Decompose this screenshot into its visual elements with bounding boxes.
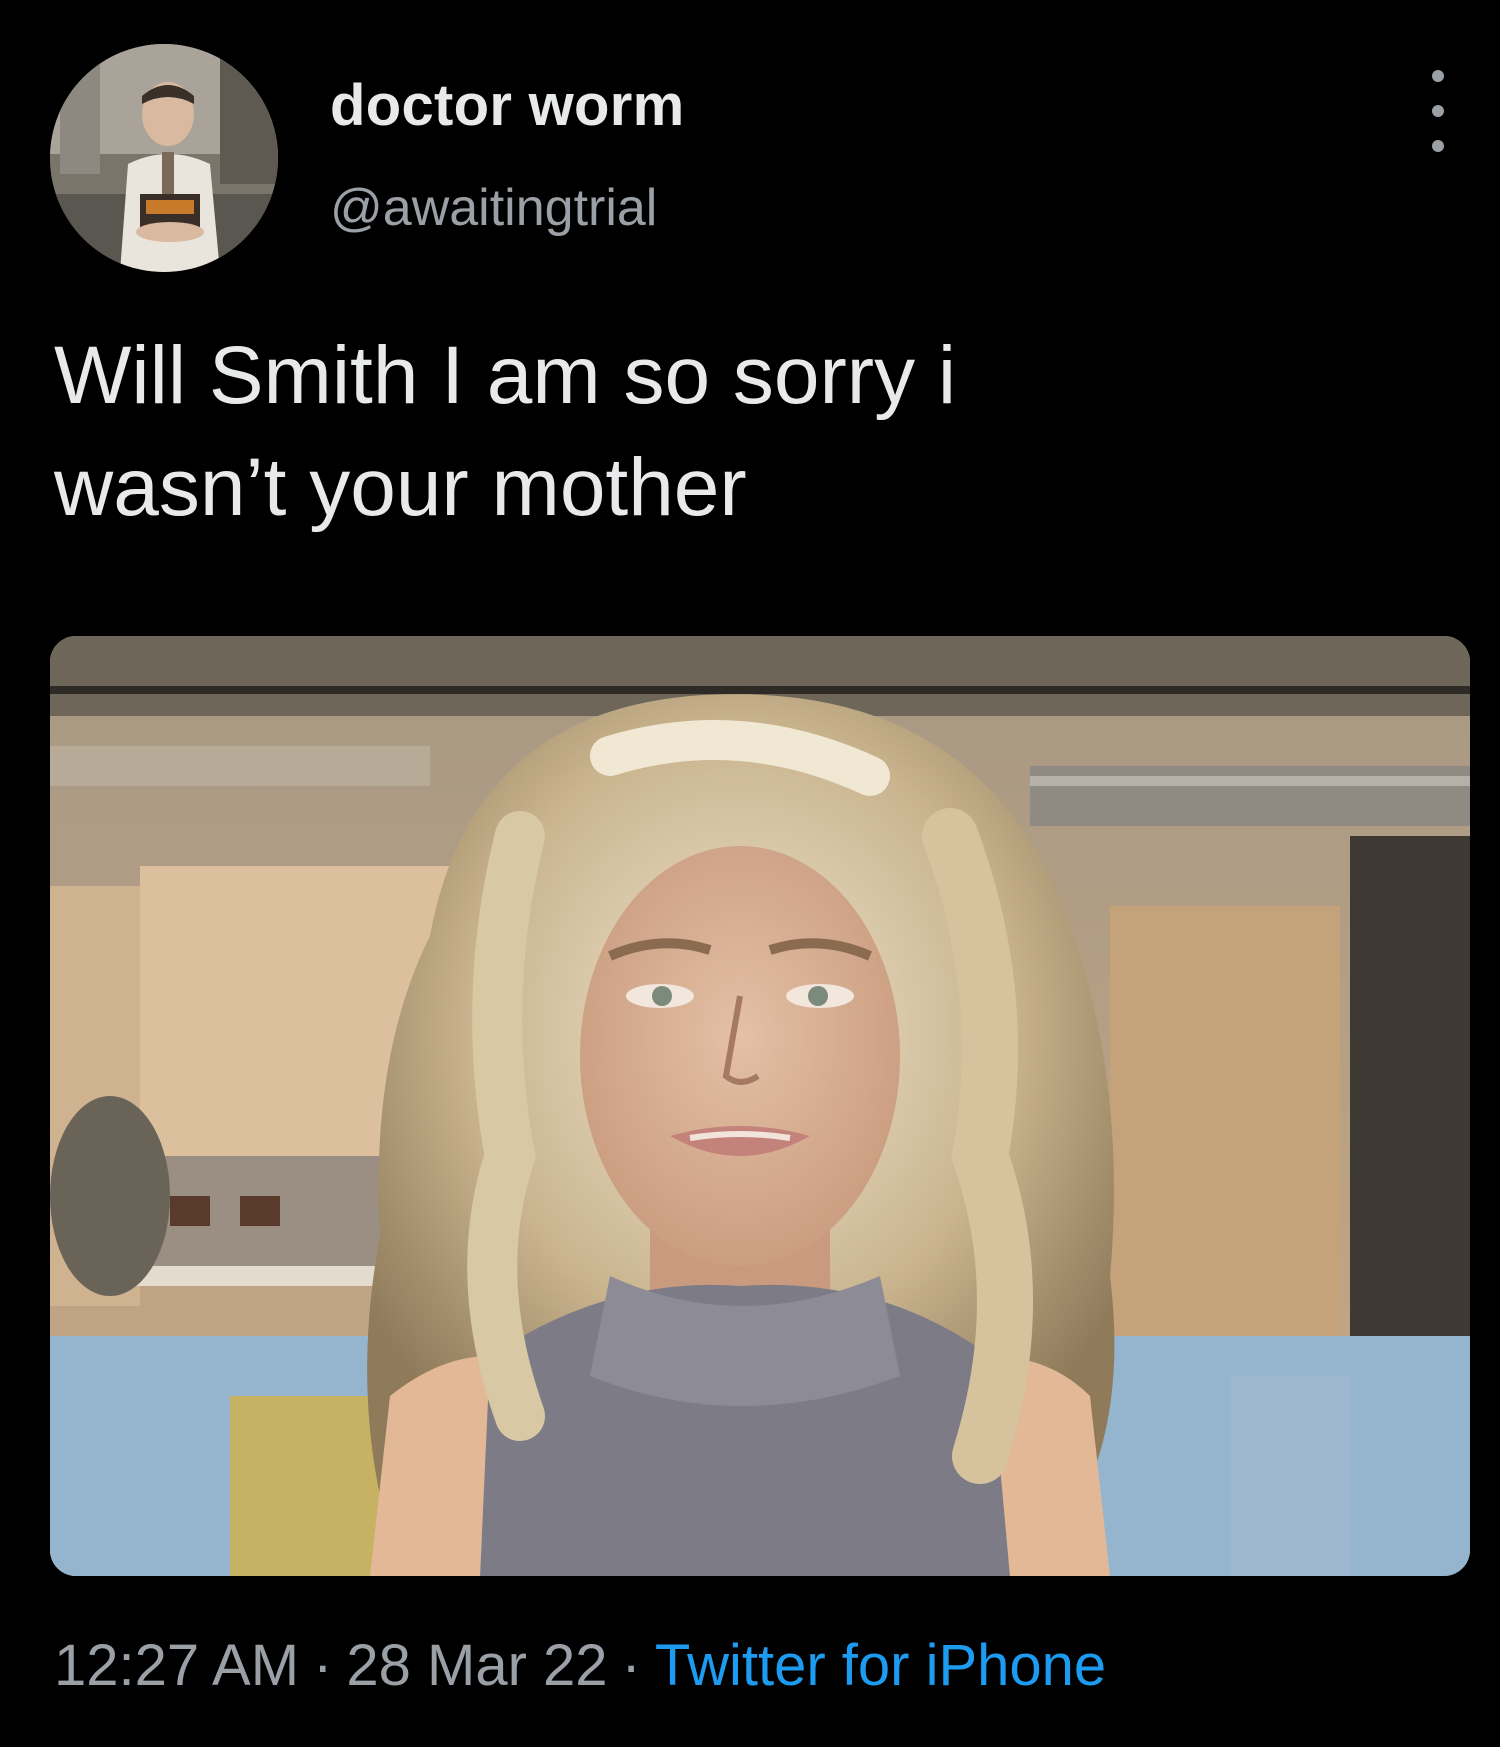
avatar-photo [50, 44, 278, 272]
tweet-card: doctor worm @awaitingtrial Will Smith I … [0, 0, 1500, 1747]
tweet-text-line: wasn’t your mother [54, 442, 747, 533]
avatar[interactable] [50, 44, 278, 272]
more-options-button[interactable] [1408, 70, 1468, 152]
tweet-media-image[interactable] [50, 636, 1470, 1576]
more-dots-icon-dot [1432, 105, 1444, 117]
more-dots-icon [1432, 70, 1444, 82]
meta-separator: · [313, 1633, 333, 1698]
tweet-meta: 12:27 AM · 28 Mar 22 · Twitter for iPhone [54, 1632, 1106, 1699]
media-photo [50, 636, 1470, 1576]
display-name[interactable]: doctor worm [330, 72, 685, 139]
tweet-text: Will Smith I am so sorry i wasn’t your m… [54, 320, 1434, 544]
tweet-source-link[interactable]: Twitter for iPhone [655, 1633, 1106, 1698]
user-handle[interactable]: @awaitingtrial [330, 178, 657, 238]
tweet-date[interactable]: 28 Mar 22 [346, 1633, 607, 1698]
meta-separator: · [621, 1633, 641, 1698]
more-dots-icon-dot [1432, 140, 1444, 152]
tweet-text-line: Will Smith I am so sorry i [54, 330, 957, 421]
tweet-time[interactable]: 12:27 AM [54, 1633, 299, 1698]
